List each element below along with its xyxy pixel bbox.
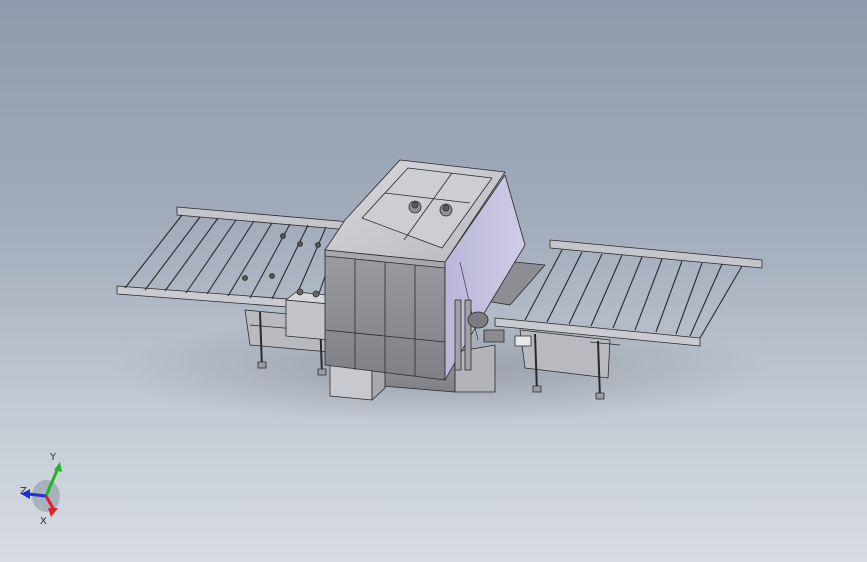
z-axis-label: Z bbox=[20, 486, 27, 497]
x-axis-label: X bbox=[40, 516, 47, 527]
y-axis-label: Y bbox=[49, 452, 57, 463]
gear-motor bbox=[467, 311, 489, 329]
graphics-viewport[interactable]: Y Z X bbox=[0, 0, 867, 562]
coordinate-triad: Y Z X bbox=[20, 452, 62, 527]
left-motor-box bbox=[285, 299, 331, 341]
x-axis-arrow bbox=[48, 508, 58, 517]
y-axis-arrow bbox=[54, 462, 62, 472]
right-back-rail bbox=[549, 239, 763, 269]
z-axis-line bbox=[27, 492, 47, 498]
left-back-rail bbox=[176, 206, 351, 231]
